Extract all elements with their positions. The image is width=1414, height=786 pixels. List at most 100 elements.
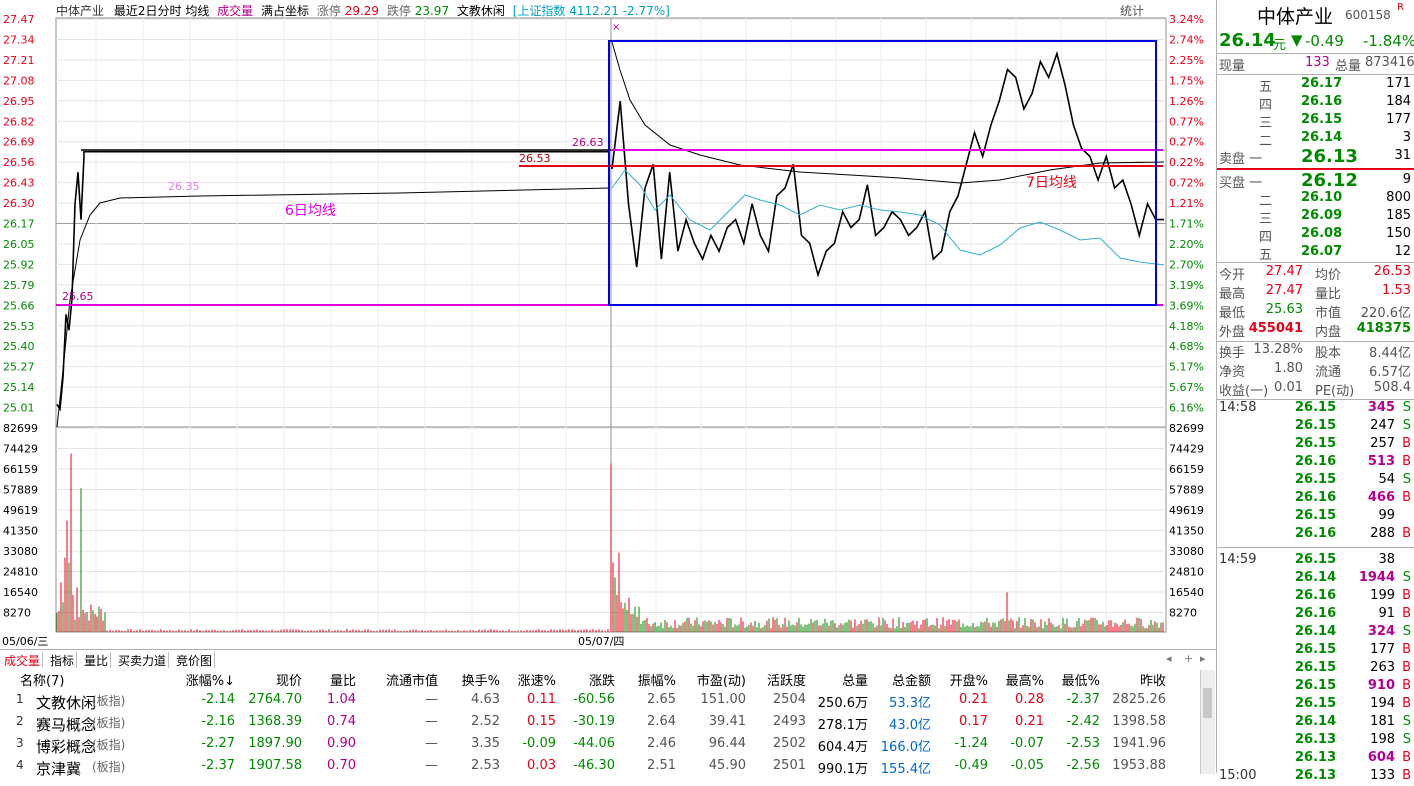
sell-level-label: 二 (1259, 134, 1273, 149)
tab-nav-left-icon[interactable]: ◂ (1166, 652, 1172, 665)
header-mode[interactable]: 最近2日分时 (114, 4, 182, 18)
tick-price: 26.15 (1295, 508, 1337, 523)
tick-side: S (1402, 714, 1411, 729)
table-row[interactable]: 2 赛马概念 (板指) -2.16 1368.39 0.74 — 2.52 0.15 -30.19… (0, 714, 1198, 736)
sell-price: 26.17 (1301, 76, 1343, 91)
column-header[interactable]: 振幅% (638, 670, 676, 689)
tick-side: B (1402, 490, 1411, 505)
volume-tick-label: 66159 (3, 463, 38, 476)
volume-tick-label: 74429 (3, 443, 38, 456)
tick-row: 15:00 26.13 133 B (1217, 768, 1414, 786)
stats-button[interactable]: 统计 (1120, 2, 1144, 19)
volume-tick-label: 82699 (1169, 422, 1204, 435)
header-fill-label[interactable]: 满占坐标 (261, 4, 309, 18)
table-row[interactable]: 1 文教休闲 (板指) -2.14 2764.70 1.04 — 4.63 0.11 -60.56… (0, 692, 1198, 714)
table-row[interactable]: 3 博彩概念 (板指) -2.27 1897.90 0.90 — 3.35 -0.09 -44.0… (0, 736, 1198, 758)
tick-row: 26.16 513 B (1217, 454, 1414, 472)
row-type: (板指) (92, 738, 126, 752)
tick-side: S (1402, 624, 1411, 639)
tick-time: 14:59 (1219, 552, 1257, 567)
sell-volume: 177 (1386, 112, 1411, 127)
tick-price: 26.16 (1295, 606, 1337, 621)
buy-volume: 800 (1386, 190, 1411, 205)
row-cell: 2.51 (647, 758, 676, 773)
column-header[interactable]: 总金额 (892, 670, 931, 689)
column-header[interactable]: 昨收 (1140, 670, 1166, 689)
x-label-day2: 05/07/四 (578, 635, 625, 648)
row-cell: -0.09 (522, 736, 556, 751)
column-header[interactable]: 最低% (1062, 670, 1100, 689)
header-vol-label[interactable]: 成交量 (217, 4, 253, 18)
tick-row: 14:58 26.15 345 S (1217, 400, 1414, 418)
row-cell: 2764.70 (248, 692, 302, 707)
row-cell: 43.0亿 (889, 718, 931, 733)
column-header[interactable]: 流通市值 (386, 670, 438, 689)
header-avg-label[interactable]: 均线 (185, 4, 209, 18)
pct-tick-label: 0.22% (1169, 156, 1204, 169)
column-header[interactable]: 市盈(动) (697, 670, 746, 689)
sell-volume: 184 (1386, 94, 1411, 109)
tick-row: 14:59 26.15 38 (1217, 552, 1414, 570)
column-header[interactable]: 换手% (462, 670, 500, 689)
day1-high-label: 26.35 (168, 180, 200, 193)
column-header[interactable]: 名称(7) (20, 670, 64, 689)
row-cell: 2.46 (647, 736, 676, 751)
intraday-chart[interactable]: 27.47 3.24% 27.34 2.74% 27.21 2.25% 27.08 1.75%… (0, 0, 1216, 650)
pct-tick-label: 1.75% (1169, 74, 1204, 87)
stat-row: 收益(一) 0.01 PE(动) 508.4 (1217, 380, 1414, 399)
stat-label: PE(动) (1315, 384, 1355, 399)
day1-low-label: 25.65 (62, 290, 94, 303)
column-header[interactable]: 开盘% (950, 670, 988, 689)
tick-row: 26.16 288 B (1217, 526, 1414, 544)
header-index-label[interactable]: [上证指数 (513, 4, 566, 18)
row-cell: -2.14 (201, 692, 235, 707)
row-index: 2 (16, 714, 24, 728)
column-header[interactable]: 量比 (330, 670, 356, 689)
row-cell: -0.05 (1010, 758, 1044, 773)
tick-price: 26.16 (1295, 588, 1337, 603)
tab-4[interactable]: 竞价图 (174, 652, 216, 668)
stat-value: 1.80 (1274, 361, 1303, 376)
column-header[interactable]: 涨速% (518, 670, 556, 689)
quote-price: 26.14 (1219, 30, 1276, 51)
tick-volume: 133 (1370, 768, 1395, 783)
row-cell: -44.06 (573, 736, 615, 751)
tab-3[interactable]: 买卖力道 (116, 652, 170, 668)
stat-label: 量比 (1315, 287, 1342, 302)
tick-price: 26.14 (1295, 570, 1337, 585)
column-header[interactable]: 现价 (276, 670, 302, 689)
column-header[interactable]: 总量 (842, 670, 868, 689)
volume-tick-label: 8270 (1169, 607, 1197, 620)
tick-volume: 910 (1367, 678, 1395, 693)
column-header[interactable]: 涨跌 (589, 670, 615, 689)
tab-1[interactable]: 指标 (48, 652, 78, 668)
stat-value: 27.47 (1265, 283, 1303, 298)
table-scrollbar[interactable] (1200, 670, 1215, 774)
volume-tick-label: 57889 (3, 484, 38, 497)
tab-nav-right-icon[interactable]: ▸ (1200, 652, 1206, 665)
header-sector[interactable]: 文教休闲 (457, 4, 505, 18)
tick-volume: 257 (1370, 436, 1395, 451)
column-header[interactable]: 涨幅%↓ (186, 670, 235, 689)
volume-tick-label: 74429 (1169, 443, 1204, 456)
row-cell: -30.19 (573, 714, 615, 729)
scrollbar-thumb[interactable] (1203, 688, 1212, 718)
row-cell: -2.53 (1066, 736, 1100, 751)
tab-2[interactable]: 量比 (82, 652, 112, 668)
tick-price: 26.14 (1295, 714, 1337, 729)
row-cell: 990.1万 (817, 762, 868, 777)
tab-add-icon[interactable]: + (1184, 652, 1193, 665)
quote-r-badge[interactable]: R (1397, 2, 1404, 13)
pct-tick-label: 4.18% (1169, 320, 1204, 333)
tick-price: 26.15 (1295, 472, 1337, 487)
table-row[interactable]: 4 京津冀 (板指) -2.37 1907.58 0.70 — 2.53 0.03 -46.30 2… (0, 758, 1198, 780)
sell-price: 26.15 (1301, 112, 1343, 127)
column-header[interactable]: 最高% (1006, 670, 1044, 689)
column-header[interactable]: 活跃度 (767, 670, 806, 689)
tick-volume: 247 (1370, 418, 1395, 433)
tab-0[interactable]: 成交量 (2, 652, 44, 668)
quote-change-pct: -1.84% (1363, 32, 1414, 50)
tick-row: 26.16 91 B (1217, 606, 1414, 624)
buy-row: 二 26.10 800 (1217, 190, 1414, 209)
buy-price: 26.12 (1301, 170, 1358, 191)
